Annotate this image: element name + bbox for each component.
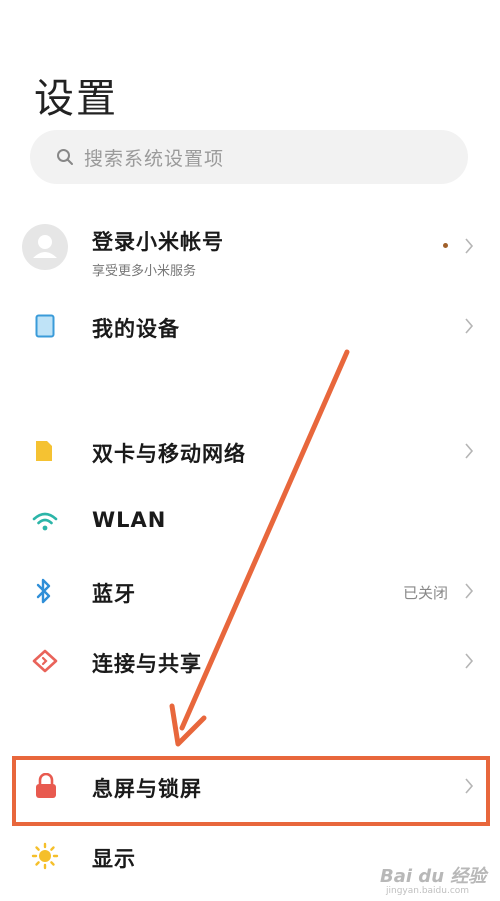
watermark-logo: Bai du 经验 jingyan.baidu.com bbox=[380, 862, 495, 898]
watermark-sub: jingyan.baidu.com bbox=[386, 886, 470, 896]
annotation-arrow bbox=[169, 349, 350, 747]
watermark-text: Bai du 经验 bbox=[380, 866, 487, 887]
